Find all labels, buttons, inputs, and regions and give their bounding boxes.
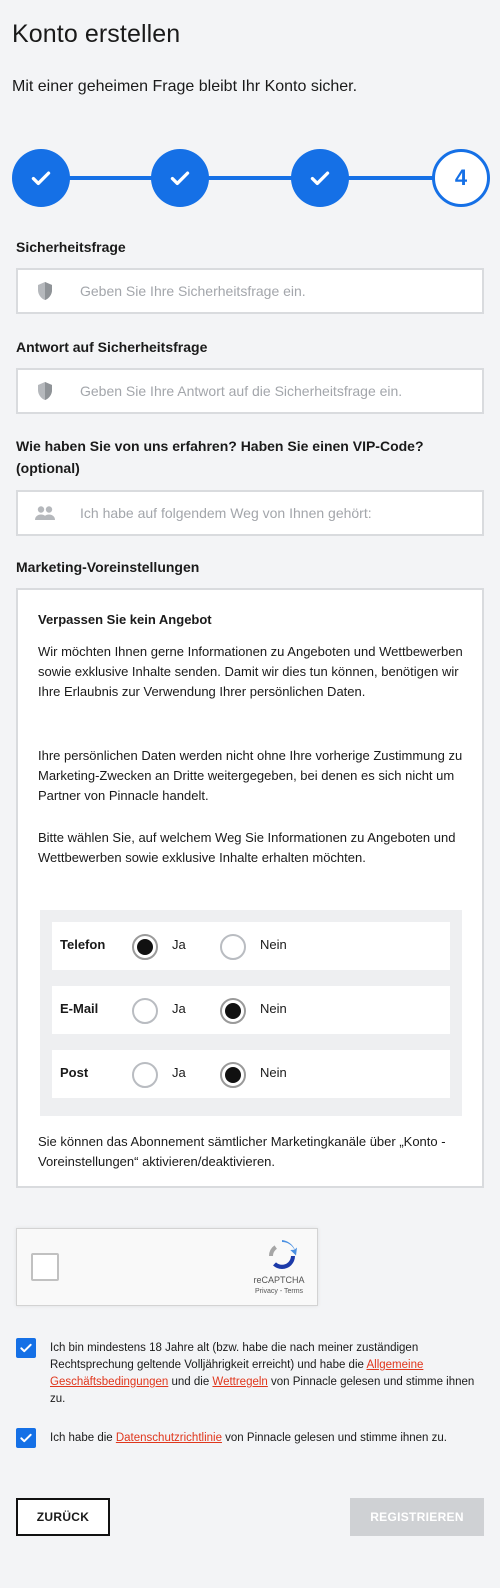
telefon-yes-radio[interactable] <box>132 934 158 960</box>
marketing-paragraph-3: Bitte wählen Sie, auf welchem Weg Sie In… <box>38 830 456 865</box>
consent-text-part: von Pinnacle gelesen und stimme ihnen zu… <box>221 1432 447 1444</box>
checkmark-icon <box>310 171 330 186</box>
step-4-current: 4 <box>432 149 490 207</box>
step-2-complete <box>151 149 209 207</box>
channel-row-post: Post Ja Nein <box>52 1050 450 1098</box>
checkmark-icon <box>20 1343 32 1353</box>
page-title: Konto erstellen <box>12 20 181 48</box>
channel-name: Telefon <box>60 937 106 952</box>
shield-icon <box>34 280 56 302</box>
marketing-channels: Telefon Ja Nein E-Mail Ja Nein Post Ja N… <box>40 910 462 1116</box>
consent-privacy-text: Ich habe die Datenschutzrichtlinie von P… <box>50 1430 486 1447</box>
post-no-radio[interactable] <box>220 1062 246 1088</box>
consent-text-part: Ich habe die <box>50 1432 116 1444</box>
referral-field[interactable] <box>16 490 484 536</box>
step-3-complete <box>291 149 349 207</box>
radio-label-yes: Ja <box>172 1065 186 1080</box>
radio-label-yes: Ja <box>172 1001 186 1016</box>
progress-stepper: 4 <box>12 147 490 209</box>
channel-row-telefon: Telefon Ja Nein <box>52 922 450 970</box>
recaptcha-links[interactable]: Privacy - Terms <box>243 1288 315 1295</box>
marketing-footer-note: Sie können das Abonnement sämtlicher Mar… <box>38 1134 446 1169</box>
telefon-no-radio[interactable] <box>220 934 246 960</box>
back-button[interactable]: ZURÜCK <box>16 1498 110 1536</box>
recaptcha-widget: reCAPTCHA Privacy - Terms <box>16 1228 318 1306</box>
radio-label-no: Nein <box>260 1065 287 1080</box>
referral-input[interactable] <box>80 505 482 521</box>
referral-label: Wie haben Sie von uns erfahren? Haben Si… <box>16 438 424 454</box>
step-1-complete <box>12 149 70 207</box>
channel-row-email: E-Mail Ja Nein <box>52 986 450 1034</box>
channel-name: E-Mail <box>60 1001 99 1016</box>
checkmark-icon <box>20 1433 32 1443</box>
consent-age-text: Ich bin mindestens 18 Jahre alt (bzw. ha… <box>50 1340 486 1408</box>
marketing-heading: Verpassen Sie kein Angebot <box>38 612 212 627</box>
register-button[interactable]: REGISTRIEREN <box>350 1498 484 1536</box>
privacy-policy-link[interactable]: Datenschutzrichtlinie <box>116 1432 222 1444</box>
recaptcha-logo-icon <box>269 1240 297 1269</box>
checkmark-icon <box>170 171 190 186</box>
security-question-field[interactable] <box>16 268 484 314</box>
consent-text-part: und die <box>168 1376 213 1388</box>
marketing-preferences-box: Verpassen Sie kein Angebot Wir möchten I… <box>16 588 484 1188</box>
radio-label-no: Nein <box>260 937 287 952</box>
post-yes-radio[interactable] <box>132 1062 158 1088</box>
security-answer-input[interactable] <box>80 383 482 399</box>
radio-label-no: Nein <box>260 1001 287 1016</box>
channel-name: Post <box>60 1065 89 1080</box>
security-answer-field[interactable] <box>16 368 484 414</box>
marketing-section-label: Marketing-Voreinstellungen <box>16 559 200 575</box>
email-no-radio[interactable] <box>220 998 246 1024</box>
checkmark-icon <box>31 171 51 186</box>
consent-text-part: Ich bin mindestens 18 Jahre alt (bzw. ha… <box>50 1342 419 1371</box>
betting-rules-link[interactable]: Wettregeln <box>212 1376 267 1388</box>
recaptcha-brand: reCAPTCHA <box>253 1275 305 1285</box>
security-question-label: Sicherheitsfrage <box>16 239 126 255</box>
security-answer-label: Antwort auf Sicherheitsfrage <box>16 339 208 355</box>
consent-age-checkbox[interactable] <box>16 1338 36 1358</box>
marketing-paragraph-2: Ihre persönlichen Daten werden nicht ohn… <box>38 748 463 803</box>
consent-privacy-checkbox[interactable] <box>16 1428 36 1448</box>
radio-label-yes: Ja <box>172 937 186 952</box>
email-yes-radio[interactable] <box>132 998 158 1024</box>
recaptcha-checkbox[interactable] <box>31 1253 59 1281</box>
stepper-line <box>42 176 460 180</box>
referral-optional-label: (optional) <box>16 460 80 476</box>
page-subtitle: Mit einer geheimen Frage bleibt Ihr Kont… <box>12 78 358 95</box>
marketing-paragraph-1: Wir möchten Ihnen gerne Informationen zu… <box>38 644 463 699</box>
users-icon <box>34 502 56 524</box>
security-question-input[interactable] <box>80 283 482 299</box>
shield-icon <box>34 380 56 402</box>
